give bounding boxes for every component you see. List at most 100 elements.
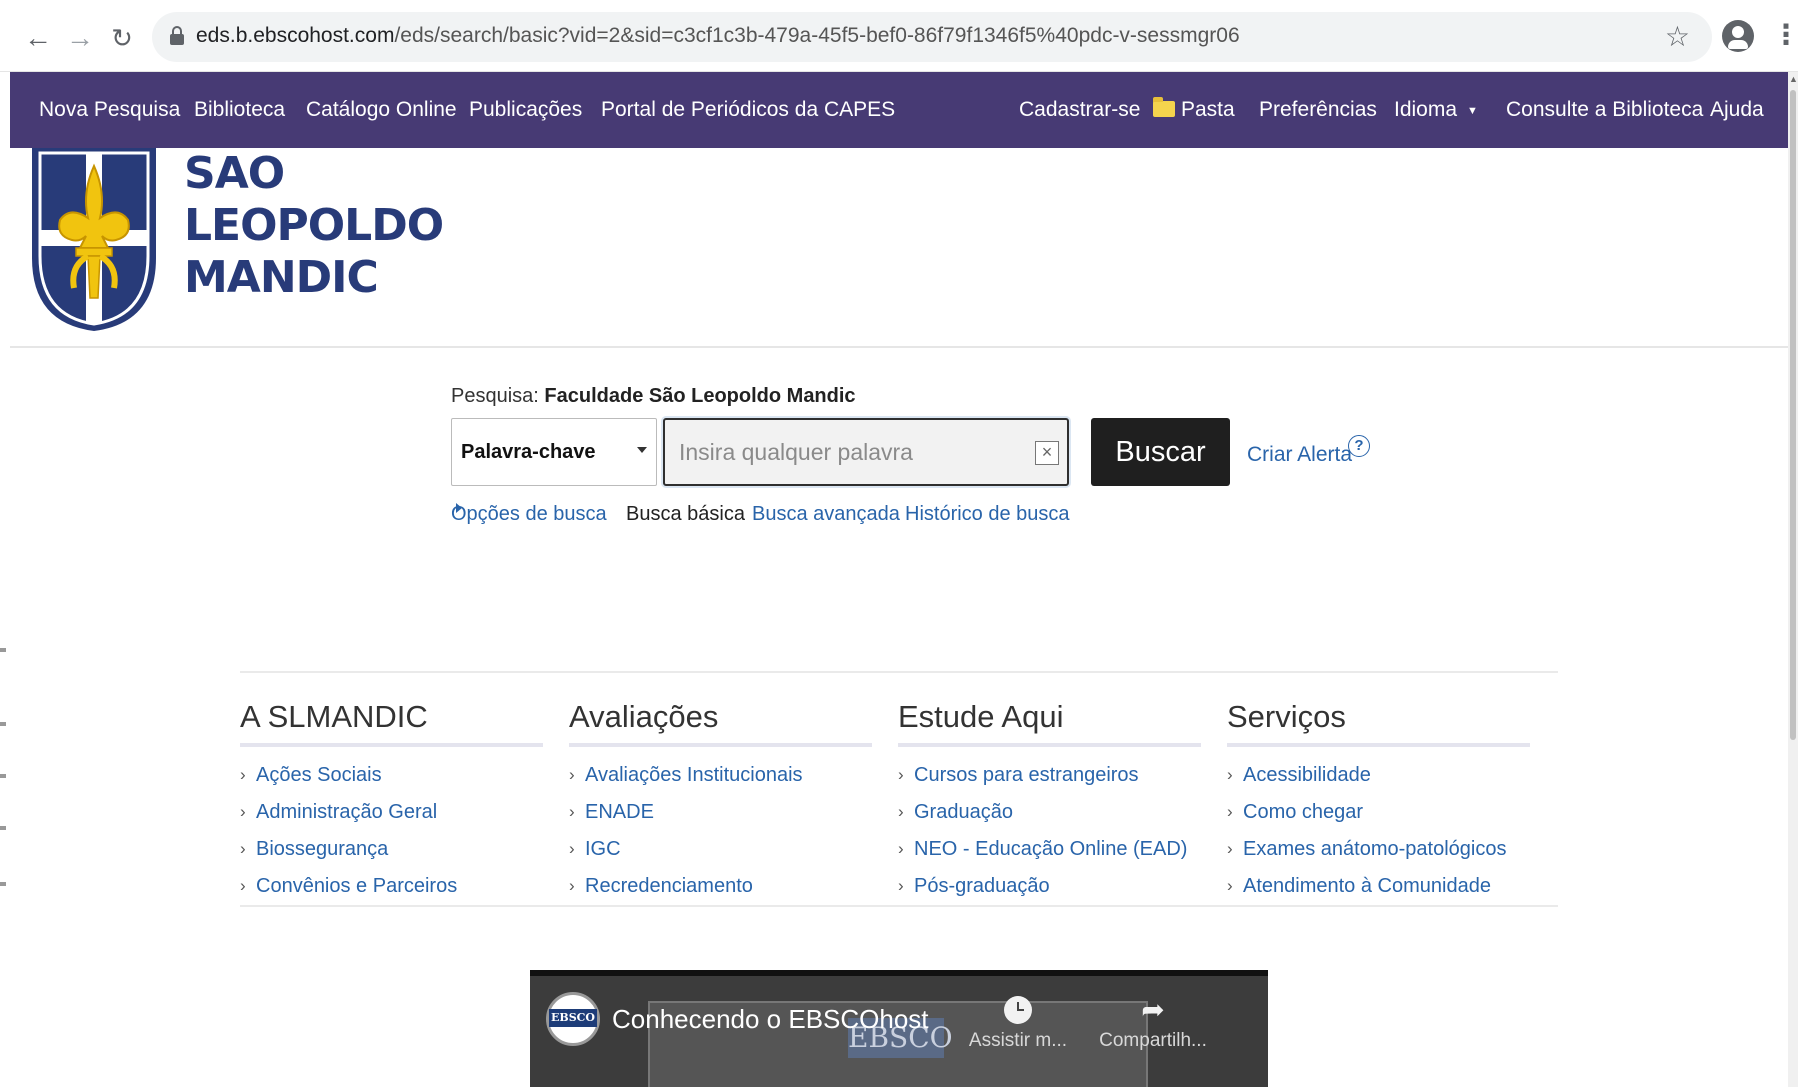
- nav-idioma[interactable]: Idioma ▼: [1394, 72, 1478, 148]
- column-heading: Serviços: [1227, 697, 1530, 747]
- search-input[interactable]: [679, 432, 1019, 472]
- address-bar[interactable]: eds.b.ebscohost.com/eds/search/basic?vid…: [152, 12, 1712, 62]
- column-heading: Avaliações: [569, 697, 872, 747]
- chevron-right-icon: ›: [240, 839, 246, 858]
- search-field-value: Palavra-chave: [461, 441, 596, 463]
- site-top-navigation: Nova Pesquisa Biblioteca Catálogo Online…: [10, 72, 1788, 148]
- share-arrow-icon: ➦: [1141, 994, 1165, 1025]
- dropdown-arrow-icon: [637, 447, 647, 453]
- chevron-right-icon: ›: [569, 876, 575, 895]
- edge-remnant: [0, 722, 6, 726]
- nav-cadastrar-se[interactable]: Cadastrar-se: [1019, 72, 1140, 148]
- clear-icon[interactable]: ×: [1035, 441, 1059, 465]
- list-item[interactable]: › Graduação: [898, 798, 1201, 835]
- nav-biblioteca[interactable]: Biblioteca: [194, 72, 285, 148]
- profile-avatar-icon[interactable]: [1722, 20, 1754, 52]
- nav-pasta-label: Pasta: [1181, 98, 1235, 121]
- nav-consulte-biblioteca[interactable]: Consulte a Biblioteca: [1506, 72, 1703, 148]
- logo-wordmark: SAO LEOPOLDO MANDIC: [184, 148, 444, 303]
- basic-search-label: Busca básica: [626, 503, 745, 525]
- reload-icon[interactable]: ↻: [104, 20, 140, 56]
- column-avaliacoes: Avaliações › Avaliações Institucionais › E…: [569, 697, 872, 909]
- browser-toolbar: ← → ↻ eds.b.ebscohost.com/eds/search/bas…: [0, 0, 1798, 72]
- search-button[interactable]: Buscar: [1091, 418, 1230, 486]
- institution-logo[interactable]: SAO LEOPOLDO MANDIC: [30, 148, 444, 333]
- edge-remnant: [0, 882, 6, 886]
- column-servicos: Serviços › Acessibilidade › Como chegar › E…: [1227, 697, 1530, 909]
- institution-header: SAO LEOPOLDO MANDIC: [10, 148, 1788, 348]
- chevron-right-icon: ›: [898, 876, 904, 895]
- chevron-right-icon: ›: [1227, 802, 1233, 821]
- chevron-right-icon: ›: [240, 765, 246, 784]
- watch-later-button[interactable]: Assistir m...: [963, 996, 1073, 1052]
- chevron-right-icon: ›: [898, 802, 904, 821]
- bookmark-star-icon[interactable]: ☆: [1665, 20, 1690, 54]
- list-item[interactable]: › Convênios e Parceiros: [240, 872, 543, 909]
- triangle-right-icon: [456, 503, 462, 513]
- list-item[interactable]: › Avaliações Institucionais: [569, 761, 872, 798]
- list-item[interactable]: › Ações Sociais: [240, 761, 543, 798]
- search-field-select[interactable]: Palavra-chave: [451, 418, 657, 486]
- scrollbar-thumb[interactable]: [1790, 90, 1796, 740]
- search-institution: Faculdade São Leopoldo Mandic: [544, 385, 856, 407]
- nav-catalogo-online[interactable]: Catálogo Online: [306, 72, 457, 148]
- channel-avatar[interactable]: EBSCO: [546, 992, 600, 1046]
- nav-idioma-label: Idioma: [1394, 98, 1458, 121]
- search-history-link[interactable]: Histórico de busca: [905, 503, 1070, 526]
- edge-remnant: [0, 648, 6, 652]
- video-title[interactable]: Conhecendo o EBSCOhost: [612, 1004, 929, 1035]
- column-heading: A SLMANDIC: [240, 697, 543, 747]
- nav-pasta[interactable]: Pasta: [1153, 72, 1235, 148]
- list-item[interactable]: › NEO - Educação Online (EAD): [898, 835, 1201, 872]
- list-item[interactable]: › ENADE: [569, 798, 872, 835]
- nav-preferencias[interactable]: Preferências: [1259, 72, 1377, 148]
- chevron-right-icon: ›: [240, 876, 246, 895]
- list-item[interactable]: › Recredenciamento: [569, 872, 872, 909]
- list-item[interactable]: › Acessibilidade: [1227, 761, 1530, 798]
- browser-menu-icon[interactable]: ⋮: [1772, 20, 1798, 52]
- video-embed[interactable]: EBSCO EBSCO Conhecendo o EBSCOhost Assis…: [530, 970, 1268, 1087]
- search-scope-label: Pesquisa: Faculdade São Leopoldo Mandic: [451, 385, 856, 407]
- nav-publicacoes[interactable]: Publicações: [469, 72, 582, 148]
- back-arrow-icon[interactable]: ←: [20, 20, 56, 56]
- chevron-right-icon: ›: [1227, 876, 1233, 895]
- list-item[interactable]: › Como chegar: [1227, 798, 1530, 835]
- chevron-right-icon: ›: [240, 802, 246, 821]
- column-heading: Estude Aqui: [898, 697, 1201, 747]
- create-alert-link[interactable]: Criar Alerta: [1247, 443, 1352, 467]
- scroll-up-arrow-icon[interactable]: ▲: [1789, 74, 1798, 84]
- chevron-right-icon: ›: [569, 802, 575, 821]
- chevron-right-icon: ›: [898, 839, 904, 858]
- lock-icon[interactable]: [170, 26, 184, 46]
- chevron-right-icon: ›: [898, 765, 904, 784]
- help-question-icon[interactable]: ?: [1348, 435, 1370, 457]
- nav-nova-pesquisa[interactable]: Nova Pesquisa: [39, 72, 180, 148]
- advanced-search-link[interactable]: Busca avançada: [752, 503, 900, 526]
- forward-arrow-icon[interactable]: →: [62, 20, 98, 56]
- edge-remnant: [0, 774, 6, 778]
- nav-ajuda[interactable]: Ajuda: [1710, 72, 1764, 148]
- shield-fleur-de-lis-icon: [32, 148, 156, 331]
- list-item[interactable]: › Administração Geral: [240, 798, 543, 835]
- column-estude-aqui: Estude Aqui › Cursos para estrangeiros › G…: [898, 697, 1201, 909]
- clock-icon: [1004, 996, 1032, 1024]
- chevron-right-icon: ›: [569, 839, 575, 858]
- chevron-right-icon: ›: [1227, 765, 1233, 784]
- institution-links: A SLMANDIC › Ações Sociais › Administração…: [240, 671, 1558, 907]
- share-button[interactable]: ➦ Compartilh...: [1098, 996, 1208, 1052]
- nav-portal-capes[interactable]: Portal de Periódicos da CAPES: [601, 72, 895, 148]
- search-box[interactable]: ×: [663, 418, 1069, 486]
- chevron-right-icon: ›: [569, 765, 575, 784]
- url-text[interactable]: eds.b.ebscohost.com/eds/search/basic?vid…: [196, 24, 1240, 48]
- edge-remnant: [0, 826, 6, 830]
- chevron-right-icon: ›: [1227, 839, 1233, 858]
- list-item[interactable]: › Pós-graduação: [898, 872, 1201, 909]
- column-slmandic: A SLMANDIC › Ações Sociais › Administração…: [240, 697, 543, 909]
- folder-icon: [1153, 97, 1175, 117]
- list-item[interactable]: › Atendimento à Comunidade: [1227, 872, 1530, 909]
- list-item[interactable]: › IGC: [569, 835, 872, 872]
- caret-down-icon: ▼: [1467, 105, 1478, 117]
- list-item[interactable]: › Cursos para estrangeiros: [898, 761, 1201, 798]
- list-item[interactable]: › Biossegurança: [240, 835, 543, 872]
- list-item[interactable]: › Exames anátomo-patológicos: [1227, 835, 1530, 872]
